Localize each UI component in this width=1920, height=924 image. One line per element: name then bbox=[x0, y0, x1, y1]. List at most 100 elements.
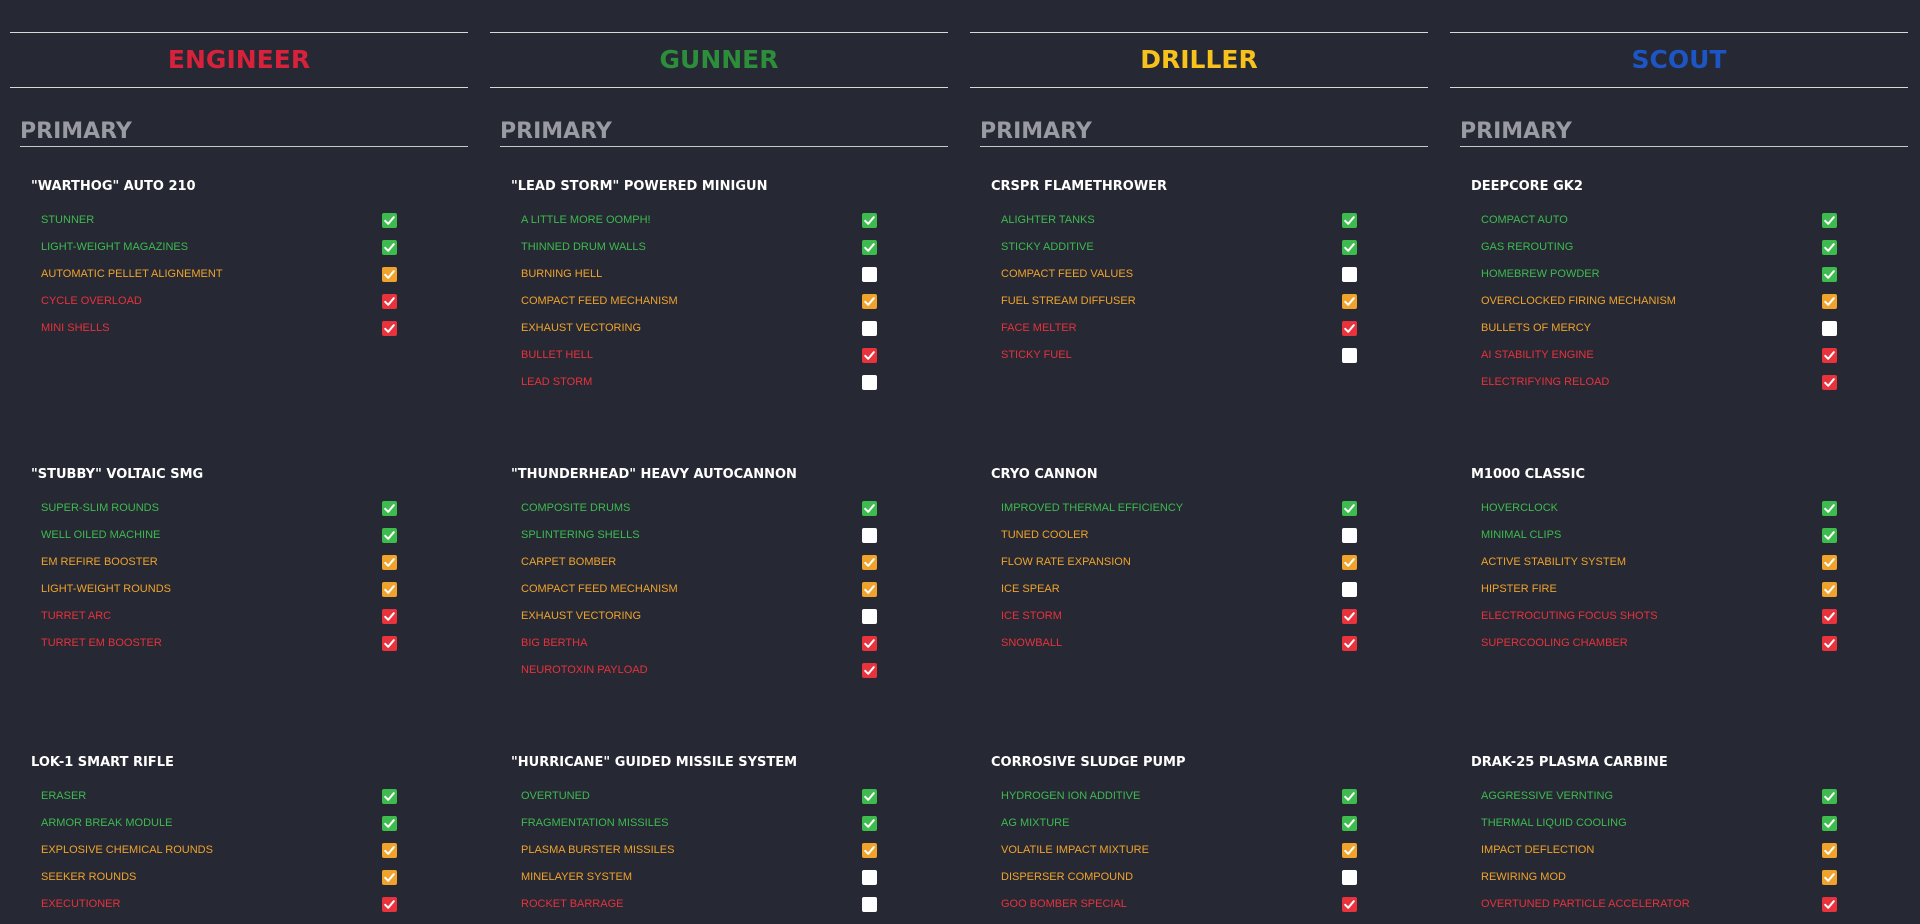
mod-label: TUNED COOLER bbox=[1001, 529, 1089, 541]
mod-checkbox[interactable] bbox=[1342, 843, 1357, 858]
mod-label: ROCKET BARRAGE bbox=[521, 898, 624, 910]
mod-checkbox[interactable] bbox=[1342, 897, 1357, 912]
mod-checkbox[interactable] bbox=[862, 240, 877, 255]
mod-checkbox[interactable] bbox=[1822, 609, 1837, 624]
mod-label: ACTIVE STABILITY SYSTEM bbox=[1481, 556, 1627, 568]
mod-label: TURRET EM BOOSTER bbox=[41, 637, 162, 649]
mod-checkbox[interactable] bbox=[862, 636, 877, 651]
mod-checkbox[interactable] bbox=[1342, 636, 1357, 651]
mod-checkbox[interactable] bbox=[382, 789, 397, 804]
mod-checkbox[interactable] bbox=[1822, 321, 1837, 336]
mod-label: BULLETS OF MERCY bbox=[1481, 322, 1592, 334]
mod-checkbox[interactable] bbox=[862, 582, 877, 597]
mod-checkbox[interactable] bbox=[1342, 555, 1357, 570]
mod-checkbox[interactable] bbox=[862, 555, 877, 570]
checkmark-icon bbox=[1824, 243, 1835, 252]
mod-checkbox[interactable] bbox=[1342, 240, 1357, 255]
mod-checkbox[interactable] bbox=[862, 870, 877, 885]
mod-checkbox[interactable] bbox=[382, 816, 397, 831]
mod-checkbox[interactable] bbox=[1342, 213, 1357, 228]
mod-checkbox[interactable] bbox=[862, 528, 877, 543]
mod-checkbox[interactable] bbox=[1822, 555, 1837, 570]
mod-checkbox[interactable] bbox=[382, 843, 397, 858]
mod-checkbox[interactable] bbox=[862, 609, 877, 624]
mod-checkbox[interactable] bbox=[382, 501, 397, 516]
mod-checkbox[interactable] bbox=[1822, 294, 1837, 309]
mod-checkbox[interactable] bbox=[1822, 348, 1837, 363]
mod-checkbox[interactable] bbox=[382, 267, 397, 282]
mod-label: COMPACT FEED MECHANISM bbox=[521, 295, 678, 307]
mod-checkbox[interactable] bbox=[1342, 528, 1357, 543]
checkmark-icon bbox=[384, 639, 395, 648]
mod-checkbox[interactable] bbox=[862, 213, 877, 228]
mod-checkbox[interactable] bbox=[382, 213, 397, 228]
checkmark-icon bbox=[1344, 639, 1355, 648]
mod-checkbox[interactable] bbox=[1342, 789, 1357, 804]
mod-checkbox[interactable] bbox=[1342, 348, 1357, 363]
mod-checkbox[interactable] bbox=[1342, 267, 1357, 282]
mod-row: SEEKER ROUNDS bbox=[31, 870, 431, 897]
mod-row: ARMOR BREAK MODULE bbox=[31, 816, 431, 843]
mod-row: ICE STORM bbox=[991, 609, 1391, 636]
mod-row: COMPACT FEED VALUES bbox=[991, 267, 1391, 294]
mod-checkbox[interactable] bbox=[862, 348, 877, 363]
mod-label: LEAD STORM bbox=[521, 376, 593, 388]
mod-checkbox[interactable] bbox=[1342, 609, 1357, 624]
mod-checkbox[interactable] bbox=[382, 294, 397, 309]
mod-row: STUNNER bbox=[31, 213, 431, 240]
mod-label: ELECTROCUTING FOCUS SHOTS bbox=[1481, 610, 1658, 622]
mod-checkbox[interactable] bbox=[1822, 375, 1837, 390]
mod-checkbox[interactable] bbox=[862, 501, 877, 516]
mod-checkbox[interactable] bbox=[382, 555, 397, 570]
mod-row: REWIRING MOD bbox=[1471, 870, 1871, 897]
mod-checkbox[interactable] bbox=[382, 321, 397, 336]
mod-checkbox[interactable] bbox=[1342, 582, 1357, 597]
mod-checkbox[interactable] bbox=[1822, 789, 1837, 804]
checkmark-icon bbox=[1344, 612, 1355, 621]
mod-label: COMPACT FEED MECHANISM bbox=[521, 583, 678, 595]
mod-row: AI STABILITY ENGINE bbox=[1471, 348, 1871, 375]
mod-checkbox[interactable] bbox=[1822, 528, 1837, 543]
mod-checkbox[interactable] bbox=[1342, 501, 1357, 516]
class-column-driller: DRILLER PRIMARY CRSPR FLAMETHROWER ALIGHTER… bbox=[970, 0, 1428, 912]
mod-label: SEEKER ROUNDS bbox=[41, 871, 137, 883]
mod-checkbox[interactable] bbox=[1822, 843, 1837, 858]
mod-checkbox[interactable] bbox=[382, 582, 397, 597]
mod-checkbox[interactable] bbox=[862, 816, 877, 831]
mod-checkbox[interactable] bbox=[1822, 636, 1837, 651]
mod-checkbox[interactable] bbox=[862, 843, 877, 858]
mod-row: HOMEBREW POWDER bbox=[1471, 267, 1871, 294]
mod-label: AGGRESSIVE VERNTING bbox=[1481, 790, 1614, 802]
mod-checkbox[interactable] bbox=[1822, 240, 1837, 255]
mod-checkbox[interactable] bbox=[862, 897, 877, 912]
mod-checkbox[interactable] bbox=[382, 528, 397, 543]
mod-checkbox[interactable] bbox=[382, 897, 397, 912]
mod-checkbox[interactable] bbox=[1822, 870, 1837, 885]
mod-label: ICE STORM bbox=[1001, 610, 1062, 622]
mod-checkbox[interactable] bbox=[1822, 816, 1837, 831]
mod-checkbox[interactable] bbox=[1822, 213, 1837, 228]
mod-label: HYDROGEN ION ADDITIVE bbox=[1001, 790, 1141, 802]
mod-label: HOMEBREW POWDER bbox=[1481, 268, 1600, 280]
mod-checkbox[interactable] bbox=[1822, 501, 1837, 516]
mod-checkbox[interactable] bbox=[862, 294, 877, 309]
mod-checkbox[interactable] bbox=[382, 870, 397, 885]
mod-checkbox[interactable] bbox=[1822, 267, 1837, 282]
mod-checkbox[interactable] bbox=[382, 609, 397, 624]
mod-checkbox[interactable] bbox=[382, 636, 397, 651]
mod-checkbox[interactable] bbox=[1342, 816, 1357, 831]
mod-checkbox[interactable] bbox=[862, 375, 877, 390]
mod-checkbox[interactable] bbox=[862, 663, 877, 678]
mod-checkbox[interactable] bbox=[1822, 897, 1837, 912]
mod-checkbox[interactable] bbox=[862, 267, 877, 282]
mod-row: AGGRESSIVE VERNTING bbox=[1471, 789, 1871, 816]
mod-checkbox[interactable] bbox=[1342, 294, 1357, 309]
mod-checkbox[interactable] bbox=[382, 240, 397, 255]
mod-checkbox[interactable] bbox=[1342, 321, 1357, 336]
mod-row: TURRET ARC bbox=[31, 609, 431, 636]
mod-checkbox[interactable] bbox=[1822, 582, 1837, 597]
mod-checkbox[interactable] bbox=[862, 789, 877, 804]
mod-checkbox[interactable] bbox=[1342, 870, 1357, 885]
mod-row: OVERCLOCKED FIRING MECHANISM bbox=[1471, 294, 1871, 321]
mod-checkbox[interactable] bbox=[862, 321, 877, 336]
